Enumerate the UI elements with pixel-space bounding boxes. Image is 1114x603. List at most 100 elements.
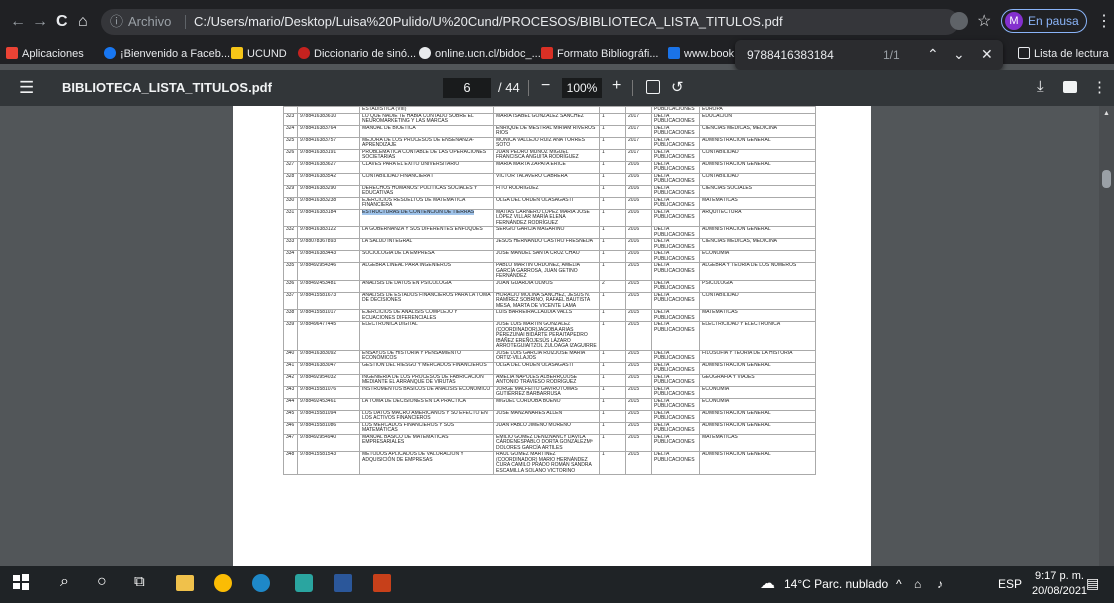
cell-area: ADMINISTRACIÓN GENERAL: [699, 160, 816, 174]
speaker-icon[interactable]: ♪: [937, 577, 943, 591]
bookmark-book[interactable]: www.book.t: [668, 46, 740, 62]
cell-ed: 1: [599, 373, 626, 387]
cortana-icon[interactable]: ○: [97, 573, 119, 595]
zoom-input[interactable]: 100%: [562, 78, 602, 98]
network-icon[interactable]: ⌂: [914, 577, 921, 591]
cell-ed: 1: [599, 349, 626, 363]
bookmark-formato[interactable]: Formato Bibliográfi...: [541, 46, 658, 62]
find-close-icon[interactable]: ✕: [981, 46, 993, 63]
info-icon[interactable]: ⓘ: [110, 9, 123, 35]
cell-editorial: DELTA PUBLICACIONES: [651, 361, 700, 375]
cell-n: 347: [283, 433, 298, 452]
cell-autor: LUIS BARREIRACLAUDIA VALLS: [493, 309, 600, 322]
cell-titulo: INSTRUMENTOS BÁSICOS DE ANÁLISIS ECONÓMI…: [359, 385, 494, 399]
file-explorer-icon[interactable]: [176, 575, 194, 591]
cell-editorial: DELTA PUBLICACIONES: [651, 409, 700, 423]
title-text: MEJORA DE LOS PROCESOS DE ENSEÑANZA-APRE…: [362, 137, 474, 148]
bookmark-ucn[interactable]: online.ucn.cl/bidoc_...: [419, 46, 541, 62]
title-text: GESTIÓN DEL RIESGO Y MERCADOS FINANCIERO…: [362, 362, 487, 368]
back-arrow-icon[interactable]: ←: [10, 12, 26, 32]
cell-ed: 1: [599, 361, 626, 375]
cell-titulo: ELECTRÓNICA DIGITAL: [359, 321, 494, 351]
chrome-profile-icon[interactable]: [295, 574, 313, 592]
clock-date[interactable]: 20/08/2021: [1032, 585, 1087, 597]
notifications-icon[interactable]: ▤: [1086, 575, 1099, 592]
print-icon[interactable]: [1063, 81, 1077, 93]
cell-editorial: DELTA PUBLICACIONES: [651, 136, 700, 150]
zoom-in-icon[interactable]: +: [612, 77, 621, 95]
weather-text[interactable]: 14°C Parc. nublado: [784, 577, 888, 591]
scroll-thumb[interactable]: [1102, 170, 1111, 188]
bookmark-aplicaciones[interactable]: Aplicaciones: [6, 46, 84, 62]
title-text: EJERCICIOS RESUELTOS DE MATEMÁTICA FINAN…: [362, 197, 466, 208]
download-icon[interactable]: ⤓: [1037, 78, 1044, 95]
cell-autor: ENRIQUE DE MESTRAL MIRIAM RIVEROS RIOS: [493, 124, 600, 138]
table-row: 330 9788416383238 EJERCICIOS RESUELTOS DE …: [283, 196, 816, 210]
cell-autor: MIGUEL CÓRDOBA BUENO: [493, 397, 600, 411]
url-text[interactable]: C:/Users/mario/Desktop/Luisa%20Pulido/U%…: [194, 9, 783, 35]
cell-n: 330: [283, 196, 298, 210]
edge-icon[interactable]: [252, 574, 270, 592]
cell-ed: 1: [599, 309, 626, 322]
rotate-icon[interactable]: ↺: [671, 78, 684, 96]
cell-autor: PABLO MARTÍN ORDÓÑEZ, AMELIA GARCÍA GARR…: [493, 262, 600, 281]
language-indicator[interactable]: ESP: [998, 577, 1022, 591]
pdf-extension-icon[interactable]: [950, 12, 968, 30]
title-text: LO QUE NADIE TE HABÍA CONTADO SOBRE EL N…: [362, 113, 474, 124]
powerpoint-icon[interactable]: [373, 574, 391, 592]
scroll-up-icon[interactable]: ▲: [1103, 110, 1110, 117]
tray-chevron-icon[interactable]: ^: [896, 577, 902, 591]
cell-ed: 1: [599, 160, 626, 174]
cell-anio: 2015: [625, 421, 652, 435]
page-number-input[interactable]: 6: [443, 78, 491, 98]
cell-anio: 2017: [625, 124, 652, 138]
clock-time[interactable]: 9:17 p. m.: [1035, 570, 1084, 582]
cell-area: ADMINISTRACIÓN GENERAL: [699, 409, 816, 423]
profile-button[interactable]: M En pausa: [1001, 9, 1087, 33]
cell-area: ELECTRICIDAD Y ELECTRÓNICA: [699, 321, 816, 351]
forward-arrow-icon[interactable]: →: [32, 12, 48, 32]
cell-isbn: 9788078367893: [297, 238, 360, 251]
cell-ed: 1: [599, 172, 626, 186]
bookmark-diccionario[interactable]: Diccionario de sinó...: [298, 46, 416, 62]
zoom-out-icon[interactable]: −: [541, 77, 550, 95]
address-bar[interactable]: ⓘ Archivo C:/Users/mario/Desktop/Luisa%2…: [101, 9, 959, 35]
cell-ed: 1: [599, 321, 626, 351]
title-text: CLAVES PARA EL ÉXITO UNIVERSITARIO: [362, 161, 460, 167]
cell-titulo: MANUAL BÁSICO DE MATEMÁTICAS EMPRESARIAL…: [359, 433, 494, 452]
task-view-icon[interactable]: ⧉: [134, 573, 156, 595]
fit-page-icon[interactable]: [646, 80, 660, 94]
title-text: ANÁLISIS DE DATOS EN PSICOLOGÍA: [362, 280, 452, 286]
home-icon[interactable]: ⌂: [78, 12, 88, 32]
cell-titulo: ÁLGEBRA LINEAL PARA INGENIEROS: [359, 262, 494, 281]
search-icon[interactable]: ⌕: [60, 573, 82, 595]
reading-list[interactable]: Lista de lectura: [1018, 46, 1109, 62]
bookmark-ucund[interactable]: UCUND: [231, 46, 287, 62]
find-prev-icon[interactable]: ⌃: [927, 46, 939, 63]
hamburger-menu-icon[interactable]: ☰: [19, 78, 34, 98]
table-row: 324 9788416383764 MANUAL DE BIOÉTICA ENRIQU…: [283, 124, 816, 138]
more-options-icon[interactable]: ⋮: [1092, 78, 1107, 96]
bookmark-facebook[interactable]: ¡Bienvenido a Faceb...: [104, 46, 230, 62]
cell-isbn: 9788415581673: [297, 291, 360, 310]
pdf-viewer[interactable]: ESTADÍSTICA (VIII) PUBLICACIONES EUROPA 323…: [0, 106, 1114, 566]
cell-isbn: 9788415581017: [297, 309, 360, 322]
find-next-icon[interactable]: ⌄: [953, 46, 965, 63]
reload-icon[interactable]: C: [56, 12, 68, 32]
chrome-icon[interactable]: [214, 574, 232, 592]
cell-area: PSICOLOGÍA: [699, 279, 816, 293]
kebab-menu-icon[interactable]: ⋮: [1096, 11, 1112, 31]
page-total: / 44: [498, 80, 520, 95]
cell-titulo: EJERCICIOS DE ANÁLISIS COMPLEJO Y ECUACI…: [359, 309, 494, 322]
word-icon[interactable]: [334, 574, 352, 592]
cell-area: CONTABILIDAD: [699, 291, 816, 310]
cell-editorial: DELTA PUBLICACIONES: [651, 184, 700, 198]
bookmark-star-icon[interactable]: ☆: [977, 11, 991, 31]
windows-start-icon[interactable]: [12, 573, 34, 595]
find-input[interactable]: 9788416383184: [747, 48, 834, 62]
cell-titulo: ANÁLISIS DE ESTADOS FINANCIEROS PARA LA …: [359, 291, 494, 310]
vertical-scrollbar[interactable]: ▲: [1099, 106, 1114, 566]
cell-titulo: ENSAYOS DE HISTORIA Y PENSAMIENTO ECONÓM…: [359, 349, 494, 363]
reading-list-icon: [1018, 47, 1030, 59]
cell-autor: AMELIA NÁPOLES ALBERROJOSÉ ANTONIO TRAVI…: [493, 373, 600, 387]
